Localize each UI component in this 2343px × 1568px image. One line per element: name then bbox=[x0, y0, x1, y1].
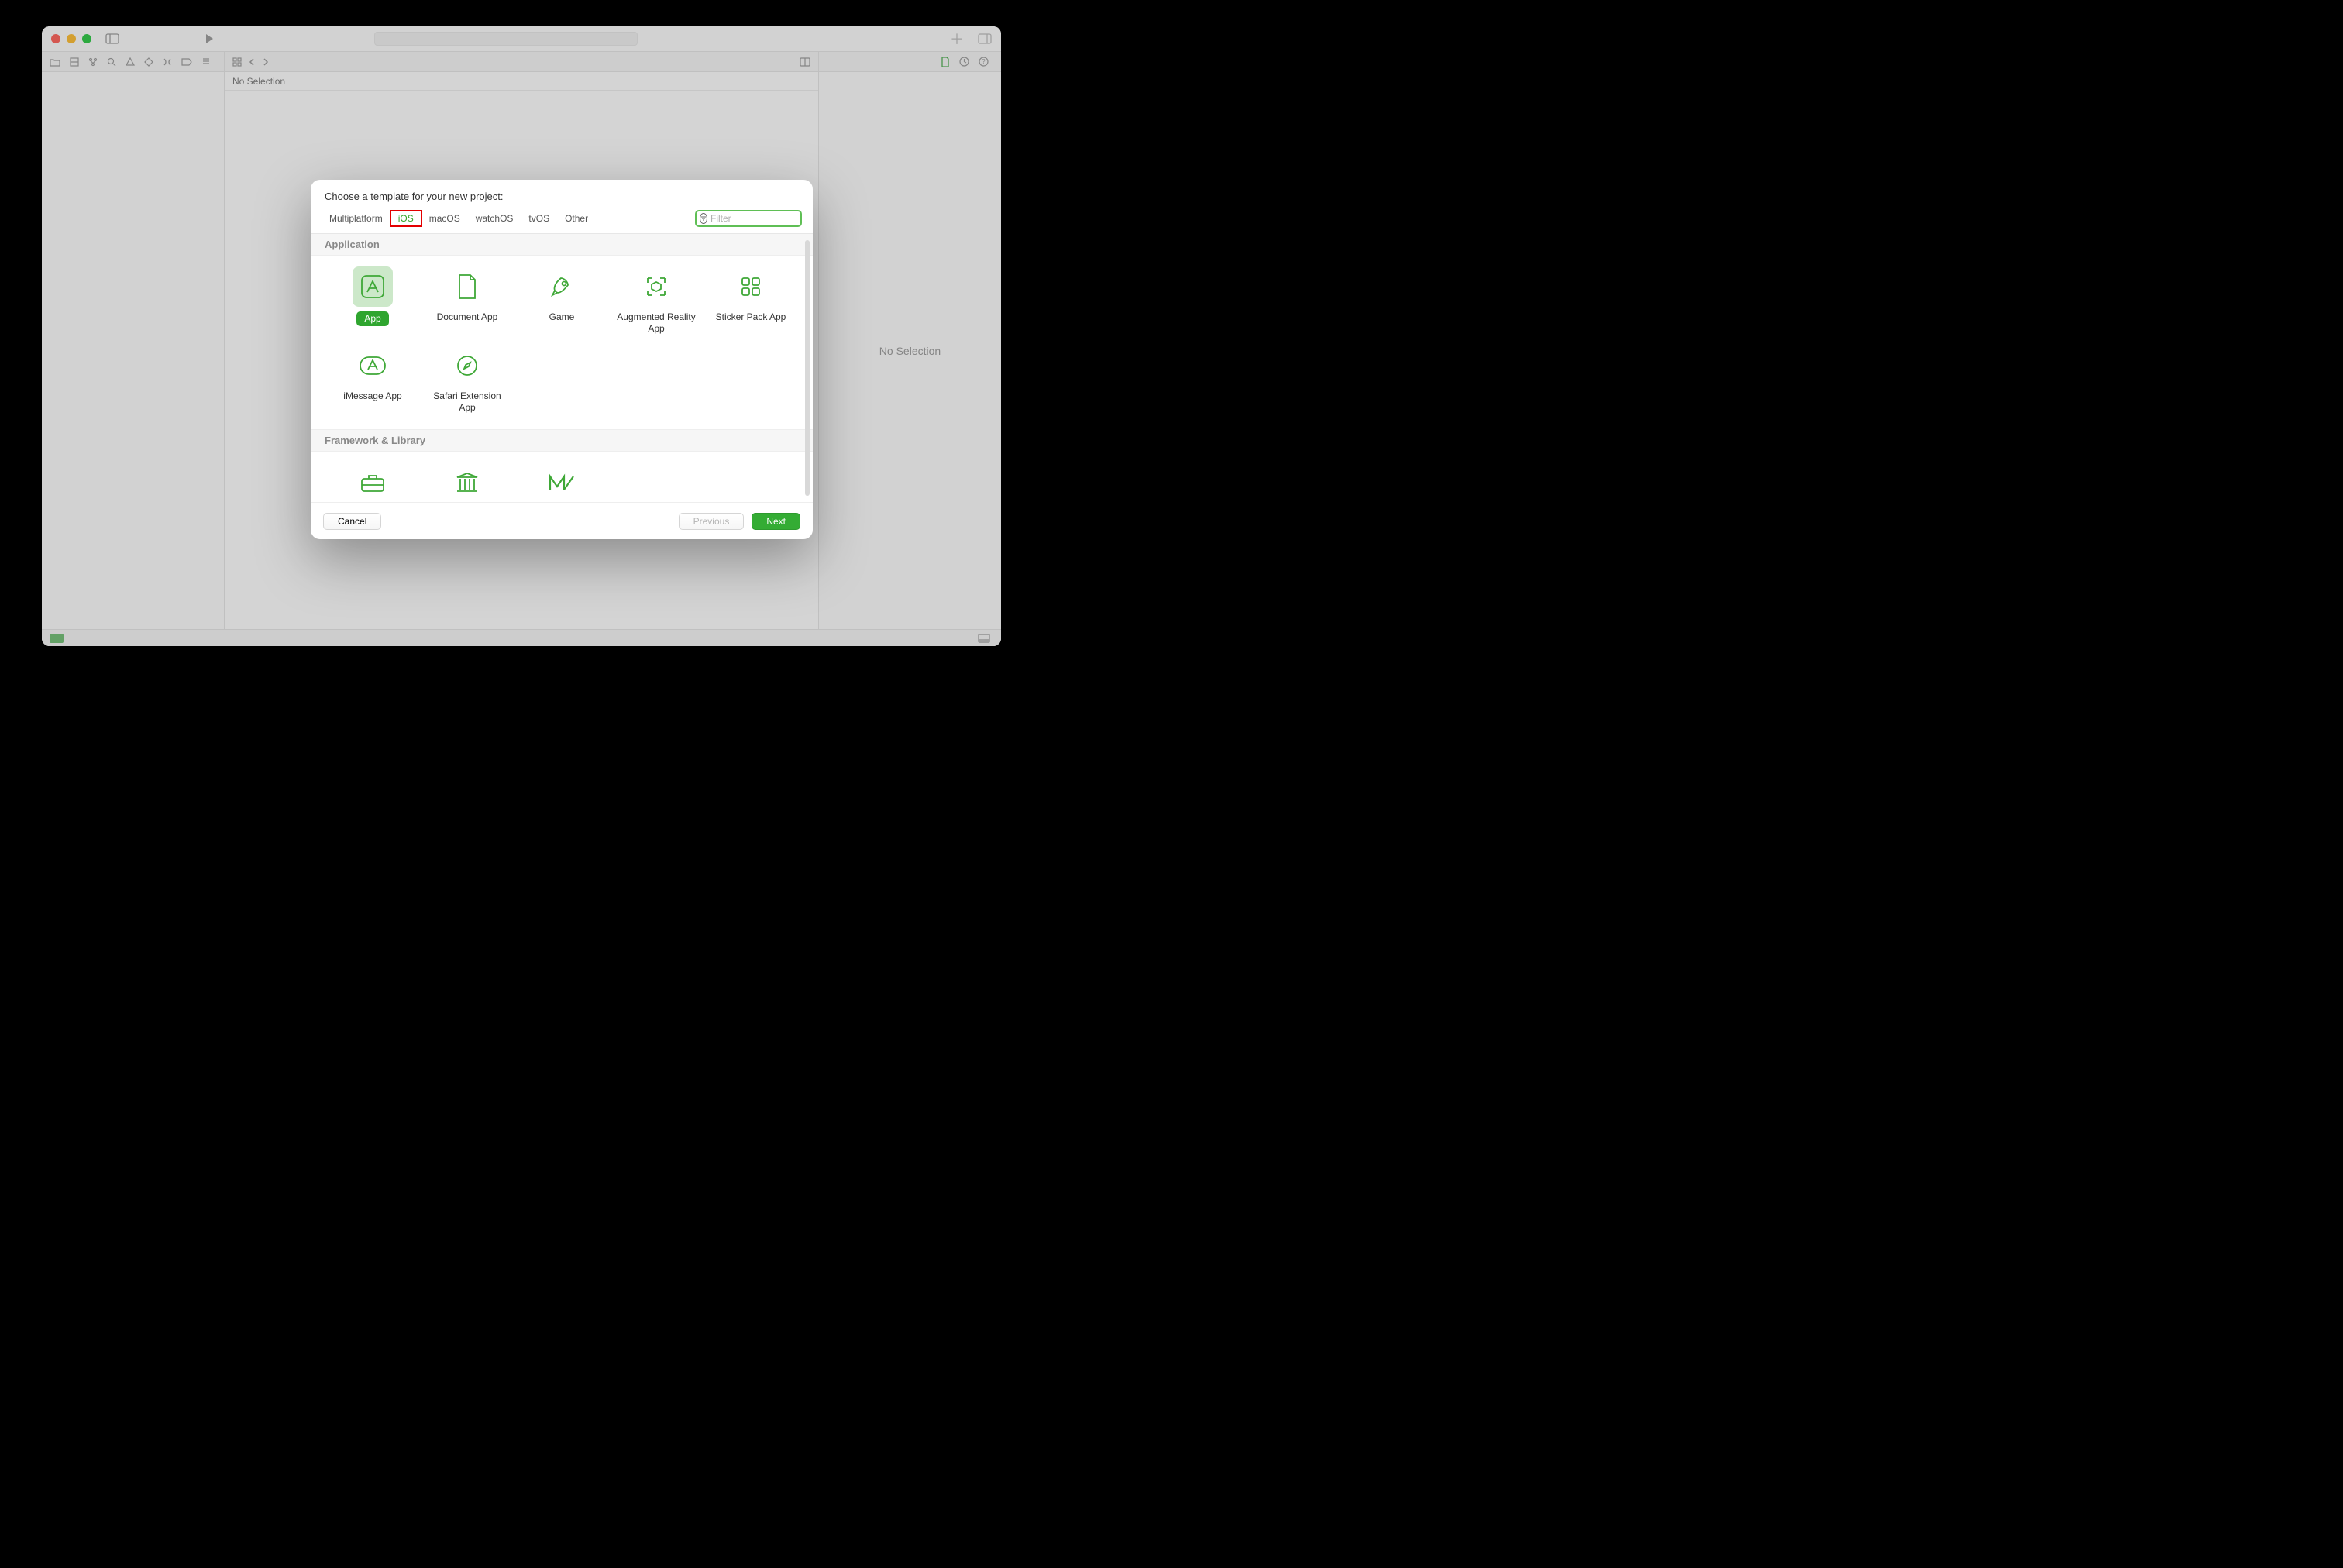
metal-icon bbox=[542, 462, 582, 502]
ar-icon bbox=[636, 266, 676, 307]
template-label: App bbox=[356, 311, 388, 326]
template-imessage-app[interactable]: iMessage App bbox=[326, 342, 419, 417]
section-application: Application bbox=[311, 234, 813, 256]
next-button[interactable]: Next bbox=[752, 513, 800, 530]
template-label: Augmented Reality App bbox=[614, 311, 699, 335]
tab-watchos[interactable]: watchOS bbox=[468, 211, 521, 226]
compass-icon bbox=[447, 346, 487, 386]
xcode-window: ＋ ? bbox=[42, 26, 1001, 646]
tab-macos[interactable]: macOS bbox=[421, 211, 468, 226]
tab-multiplatform[interactable]: Multiplatform bbox=[322, 211, 390, 226]
template-metal-library[interactable]: Metal Library bbox=[515, 459, 608, 502]
template-label: Game bbox=[549, 311, 575, 323]
template-document-app[interactable]: Document App bbox=[421, 263, 514, 338]
tab-other[interactable]: Other bbox=[557, 211, 596, 226]
document-icon bbox=[447, 266, 487, 307]
columns-icon bbox=[447, 462, 487, 502]
sticker-icon bbox=[731, 266, 771, 307]
previous-button: Previous bbox=[679, 513, 745, 530]
sheet-title: Choose a template for your new project: bbox=[311, 180, 813, 210]
app-icon bbox=[353, 266, 393, 307]
template-app[interactable]: App bbox=[326, 263, 419, 338]
template-framework[interactable]: Framework bbox=[326, 459, 419, 502]
filter-input[interactable] bbox=[710, 213, 813, 224]
section-framework: Framework & Library bbox=[311, 429, 813, 452]
imessage-icon bbox=[353, 346, 393, 386]
cancel-button[interactable]: Cancel bbox=[323, 513, 381, 530]
template-list[interactable]: Application App Document App bbox=[311, 234, 813, 502]
template-game[interactable]: Game bbox=[515, 263, 608, 338]
new-project-sheet: Choose a template for your new project: … bbox=[311, 180, 813, 539]
template-ar-app[interactable]: Augmented Reality App bbox=[610, 263, 703, 338]
platform-tabs: Multiplatform iOS macOS watchOS tvOS Oth… bbox=[311, 210, 813, 234]
template-static-library[interactable]: Static Library bbox=[421, 459, 514, 502]
template-safari-extension[interactable]: Safari Extension App bbox=[421, 342, 514, 417]
template-sticker-app[interactable]: Sticker Pack App bbox=[704, 263, 797, 338]
template-label: Document App bbox=[437, 311, 498, 323]
tab-tvos[interactable]: tvOS bbox=[521, 211, 557, 226]
sheet-footer: Cancel Previous Next bbox=[311, 502, 813, 539]
template-label: iMessage App bbox=[343, 390, 401, 402]
template-label: Sticker Pack App bbox=[716, 311, 786, 323]
toolbox-icon bbox=[353, 462, 393, 502]
rocket-icon bbox=[542, 266, 582, 307]
filter-icon bbox=[700, 213, 707, 224]
template-label: Safari Extension App bbox=[425, 390, 510, 414]
scrollbar[interactable] bbox=[805, 240, 810, 496]
filter-field-wrap bbox=[695, 210, 802, 227]
tab-ios[interactable]: iOS bbox=[390, 211, 421, 226]
